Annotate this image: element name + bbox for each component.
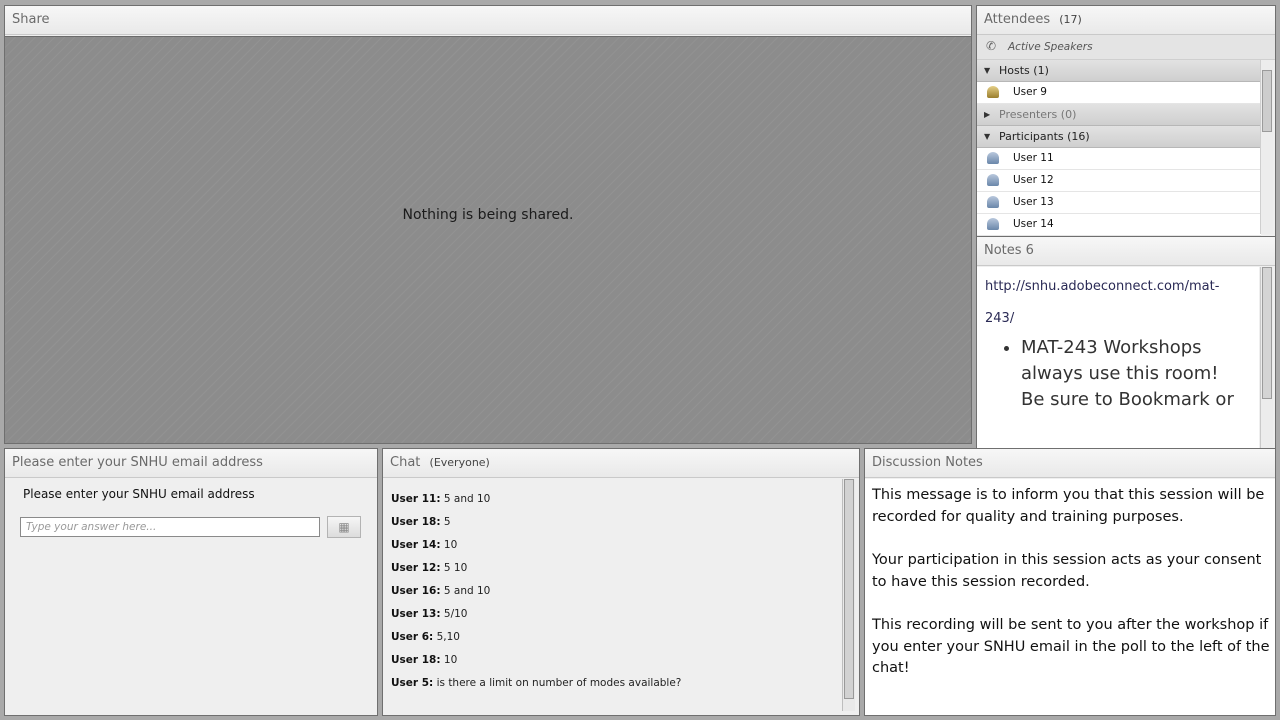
attendees-pod: Attendees (17) ✆ Active Speakers ▼ Hosts… (976, 5, 1276, 237)
chat-text: 10 (443, 539, 458, 551)
nothing-shared-message: Nothing is being shared. (402, 207, 574, 223)
attendee-name: User 13 (1013, 196, 1054, 208)
chat-sender: User 5: (391, 677, 434, 689)
active-speakers-label: Active Speakers (1008, 41, 1093, 53)
chat-sender: User 14: (391, 539, 441, 551)
scrollbar-thumb[interactable] (1262, 267, 1272, 399)
chat-message: User 5: is there a limit on number of mo… (391, 675, 841, 698)
notes-bullet-list: MAT-243 Workshops always use this room! … (1021, 335, 1241, 413)
host-user-icon (987, 86, 999, 98)
attendee-name: User 14 (1013, 218, 1054, 230)
attendees-count: (17) (1059, 13, 1082, 26)
speaker-phone-icon: ✆ (986, 39, 997, 53)
chat-message: User 16: 5 and 10 (391, 583, 841, 606)
chat-text: 5,10 (436, 631, 460, 643)
chat-message: User 18: 5 (391, 514, 841, 537)
chat-pod: Chat (Everyone) User 11: 5 and 10 User 1… (382, 448, 860, 716)
attendees-scrollbar[interactable] (1260, 60, 1273, 234)
expanded-triangle-icon: ▼ (984, 132, 991, 141)
notes-content: http://snhu.adobeconnect.com/mat- 243/ M… (977, 267, 1259, 450)
notes-pod-title: Notes 6 (977, 237, 1275, 266)
chat-text: 10 (443, 654, 458, 666)
attendee-name: User 12 (1013, 174, 1054, 186)
chat-sender: User 12: (391, 562, 441, 574)
chat-text: 5 (443, 516, 451, 528)
chat-text: 5 10 (443, 562, 468, 574)
chat-audience[interactable]: (Everyone) (430, 456, 490, 469)
discussion-paragraph: This message is to inform you that this … (872, 487, 1265, 525)
chat-sender: User 11: (391, 493, 441, 505)
participant-user-icon (987, 174, 999, 186)
notes-bullet-item: MAT-243 Workshops always use this room! … (1021, 335, 1241, 413)
chat-sender: User 13: (391, 608, 441, 620)
chat-text: is there a limit on number of modes avai… (436, 677, 682, 689)
share-pod-title: Share (5, 6, 971, 35)
chat-message: User 6: 5,10 (391, 629, 841, 652)
attendee-list: ▼ Hosts (1) User 9 ▶ Presenters (0) ▼ Pa… (977, 60, 1261, 236)
group-label: Hosts (1) (999, 64, 1049, 77)
participant-user-icon (987, 196, 999, 208)
poll-pod: Please enter your SNHU email address Ple… (4, 448, 378, 716)
chat-scrollbar[interactable] (842, 479, 855, 711)
active-speakers-bar: ✆ Active Speakers (977, 35, 1275, 60)
group-label: Participants (16) (999, 130, 1090, 143)
chat-text: 5 and 10 (443, 493, 491, 505)
chat-pod-title: Chat (Everyone) (383, 449, 859, 478)
poll-submit-button[interactable]: ▦ (327, 516, 361, 538)
discussion-notes-body: This message is to inform you that this … (865, 479, 1275, 715)
chat-text: 5 and 10 (443, 585, 491, 597)
group-label: Presenters (0) (999, 108, 1077, 121)
poll-answer-input[interactable]: Type your answer here... (20, 517, 320, 537)
attendee-row[interactable]: User 12 (977, 170, 1261, 192)
chat-title: Chat (390, 455, 421, 470)
share-pod: Share Nothing is being shared. (4, 5, 972, 444)
participant-user-icon (987, 218, 999, 230)
chat-message: User 18: 10 (391, 652, 841, 675)
discussion-notes-pod: Discussion Notes This message is to info… (864, 448, 1276, 716)
poll-question: Please enter your SNHU email address (23, 487, 255, 501)
attendee-row[interactable]: User 9 (977, 82, 1261, 104)
scrollbar-thumb[interactable] (1262, 70, 1272, 132)
group-participants[interactable]: ▼ Participants (16) (977, 126, 1261, 148)
participant-user-icon (987, 152, 999, 164)
attendee-name: User 11 (1013, 152, 1054, 164)
chat-message: User 14: 10 (391, 537, 841, 560)
expanded-triangle-icon: ▼ (984, 66, 991, 75)
chat-sender: User 18: (391, 516, 441, 528)
attendees-pod-title: Attendees (17) (977, 6, 1275, 35)
notes-scrollbar[interactable] (1260, 267, 1273, 448)
notes-link-line-2[interactable]: 243/ (985, 303, 1245, 335)
share-stage: Nothing is being shared. (5, 36, 971, 443)
discussion-notes-title: Discussion Notes (865, 449, 1275, 478)
chat-sender: User 16: (391, 585, 441, 597)
attendee-row[interactable]: User 14 (977, 214, 1261, 236)
group-hosts[interactable]: ▼ Hosts (1) (977, 60, 1261, 82)
chat-messages: User 11: 5 and 10 User 18: 5 User 14: 10… (383, 479, 841, 715)
notes-link-line-1[interactable]: http://snhu.adobeconnect.com/mat- (985, 271, 1245, 303)
chat-sender: User 18: (391, 654, 441, 666)
group-presenters[interactable]: ▶ Presenters (0) (977, 104, 1261, 126)
chat-sender: User 6: (391, 631, 434, 643)
attendee-row[interactable]: User 11 (977, 148, 1261, 170)
collapsed-triangle-icon: ▶ (984, 110, 991, 119)
attendees-title: Attendees (984, 12, 1051, 27)
discussion-paragraph: Your participation in this session acts … (872, 552, 1262, 590)
chat-message: User 12: 5 10 (391, 560, 841, 583)
chat-text: 5/10 (443, 608, 468, 620)
chat-message: User 11: 5 and 10 (391, 491, 841, 514)
attendee-row[interactable]: User 13 (977, 192, 1261, 214)
submit-icon: ▦ (338, 520, 350, 534)
notes-pod: Notes 6 http://snhu.adobeconnect.com/mat… (976, 236, 1276, 451)
scrollbar-thumb[interactable] (844, 479, 854, 699)
chat-message: User 13: 5/10 (391, 606, 841, 629)
discussion-paragraph: This recording will be sent to you after… (872, 617, 1270, 676)
poll-pod-title: Please enter your SNHU email address (5, 449, 377, 478)
attendee-name: User 9 (1013, 86, 1047, 98)
